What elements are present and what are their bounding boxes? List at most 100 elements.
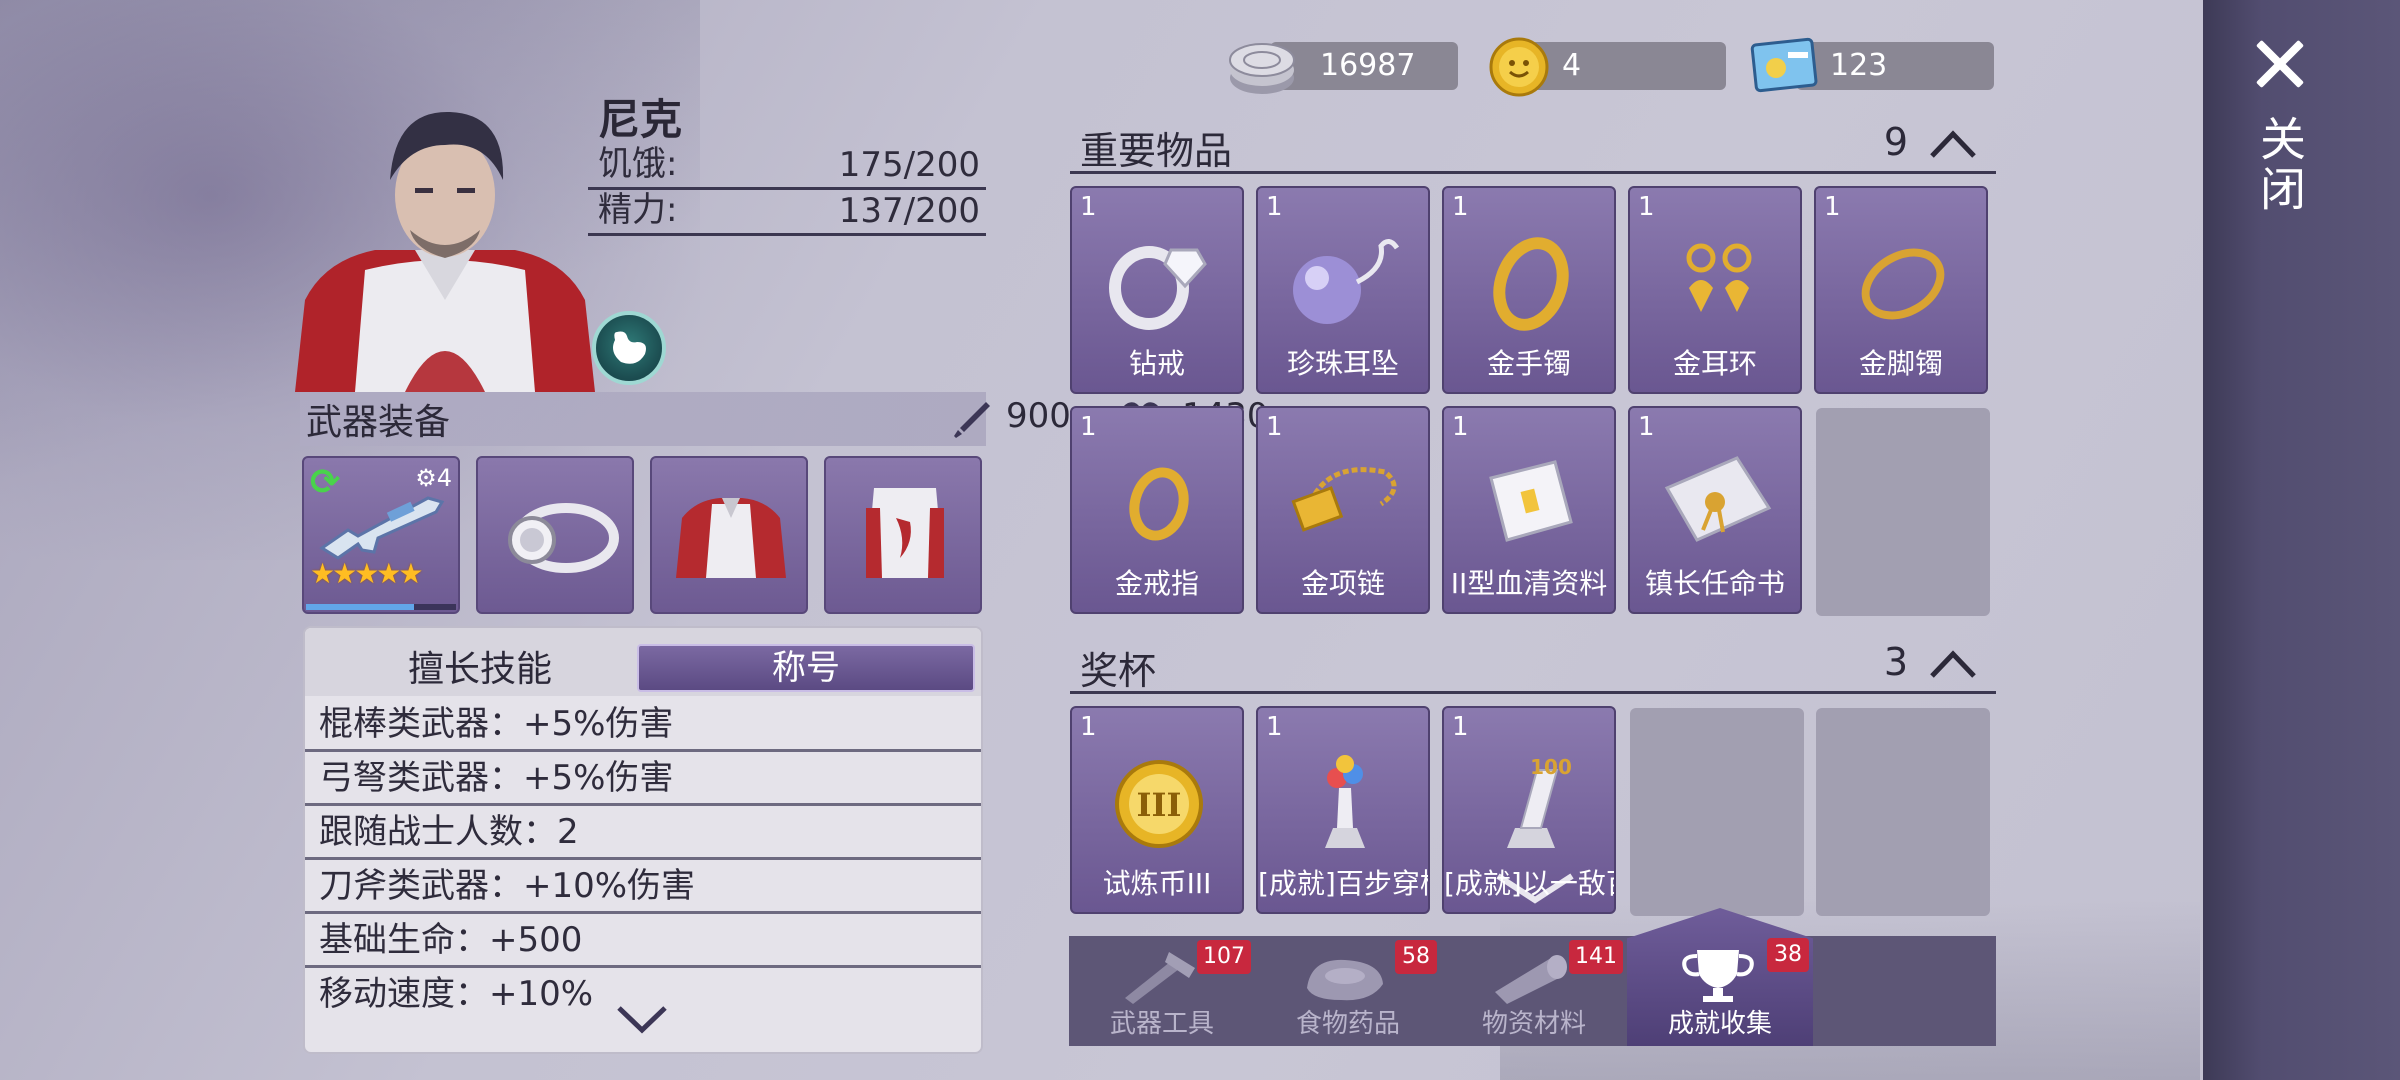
tab-label: 武器工具 [1109, 1009, 1214, 1039]
gold-ring-icon [1129, 467, 1189, 541]
tools-icon [1125, 952, 1195, 1004]
item-quantity: 1 [1080, 712, 1097, 742]
trophies-header[interactable]: 奖杯 3 [1070, 636, 1996, 694]
weapon-stars: ★★★★★ [310, 557, 424, 590]
item-name: 金戒指 [1114, 567, 1199, 600]
attack-value: 900 [1006, 396, 1071, 436]
skills-panel: 擅长技能 称号 棍棒类武器：+5%伤害 弓弩类武器：+5%伤害 跟随战士人数：2… [303, 626, 983, 1054]
empty-item-slot [1816, 408, 1990, 616]
hundred-trophy-icon: 100 [1507, 755, 1572, 848]
ticket-currency: 123 [1796, 42, 1994, 90]
item-card[interactable]: 1 金项链 [1256, 406, 1430, 614]
gold-currency: 4 [1530, 42, 1726, 90]
pearl-earring-icon [1293, 239, 1400, 324]
energy-value: 137/200 [838, 191, 980, 231]
gold-bracelet-icon [1493, 237, 1569, 331]
item-name: 金项链 [1300, 567, 1385, 600]
svg-text:III: III [1137, 786, 1182, 824]
ticket-icon [1750, 37, 1818, 93]
food-icon [1307, 959, 1383, 1001]
tab-badge: 141 [1569, 940, 1623, 974]
item-card[interactable]: 1 镇长任命书 [1628, 406, 1802, 614]
equip-slot-body[interactable] [650, 456, 808, 614]
item-card[interactable]: 1 金脚镯 [1814, 186, 1988, 394]
tab-skills[interactable]: 擅长技能 [345, 640, 615, 692]
item-card[interactable]: 1 钻戒 [1070, 186, 1244, 394]
trial-coin-icon: III [1115, 760, 1203, 848]
stomach-status-icon[interactable] [592, 311, 666, 385]
skills-tab-row: 擅长技能 称号 [305, 628, 981, 696]
balloon-trophy-icon [1325, 755, 1365, 848]
item-quantity: 1 [1638, 412, 1655, 442]
energy-label: 精力: [598, 190, 678, 230]
item-quantity: 1 [1452, 712, 1469, 742]
item-quantity: 1 [1266, 412, 1283, 442]
close-icon[interactable] [2248, 32, 2312, 96]
skill-item: 移动速度：+10% [319, 974, 594, 1008]
item-name: 镇长任命书 [1644, 567, 1785, 600]
equip-slot-head[interactable] [476, 456, 634, 614]
coat-icon [676, 498, 786, 578]
wood-icon [1495, 955, 1567, 1004]
close-button-label[interactable]: 关闭 [2250, 110, 2310, 220]
item-card[interactable]: 1 金戒指 [1070, 406, 1244, 614]
gold-amount: 4 [1562, 48, 1582, 83]
item-quantity: 1 [1080, 192, 1097, 222]
chevron-down-icon[interactable] [615, 1004, 669, 1034]
gold-necklace-icon [1291, 467, 1397, 532]
diamond-ring-icon [1109, 246, 1207, 330]
item-quantity: 1 [1452, 412, 1469, 442]
skill-item: 跟随战士人数：2 [305, 806, 981, 860]
equip-slot-legs[interactable] [824, 456, 982, 614]
tab-food-medicine[interactable]: 58 食物药品 [1255, 936, 1441, 1046]
item-quantity: 1 [1266, 712, 1283, 742]
equipment-title: 武器装备 [306, 402, 451, 443]
sword-icon [954, 402, 990, 438]
chevron-up-icon[interactable] [1928, 126, 1978, 162]
tab-badge: 58 [1395, 940, 1437, 974]
silver-amount: 16987 [1320, 48, 1416, 83]
item-name: II型血清资料 [1450, 567, 1608, 600]
hunger-label: 饥饿: [598, 144, 678, 184]
skill-list[interactable]: 棍棒类武器：+5%伤害 弓弩类武器：+5%伤害 跟随战士人数：2 刀斧类武器：+… [305, 698, 981, 1008]
trophies-count: 3 [1883, 640, 1908, 684]
skill-item: 棍棒类武器：+5%伤害 [305, 698, 981, 752]
trophy-icon [1682, 950, 1754, 1002]
energy-row: 精力: 137/200 [588, 190, 986, 236]
item-card[interactable]: 1 金手镯 [1442, 186, 1616, 394]
important-items-title: 重要物品 [1080, 129, 1233, 173]
weapon-progress-bar [306, 604, 456, 610]
item-card[interactable]: 1 珍珠耳坠 [1256, 186, 1430, 394]
item-quantity: 1 [1266, 192, 1283, 222]
important-items-count: 9 [1883, 120, 1908, 164]
item-card[interactable]: 1 III 试炼币III [1070, 706, 1244, 914]
hunger-value: 175/200 [838, 145, 980, 185]
scroll-down-icon[interactable] [1490, 870, 1580, 906]
robe-icon [866, 488, 944, 578]
appointment-letter-icon [1664, 456, 1772, 542]
item-quantity: 1 [1824, 192, 1841, 222]
equip-slot-weapon[interactable]: ⟳ ⚙4 ★★★★★ [302, 456, 460, 614]
tab-materials[interactable]: 141 物资材料 [1441, 936, 1627, 1046]
category-tab-bar: 107 武器工具 58 食物药品 141 物资材料 38 成就收集 [1069, 908, 1996, 1046]
important-items-header[interactable]: 重要物品 9 [1070, 116, 1996, 174]
tab-label: 物资材料 [1481, 1009, 1586, 1039]
rifle-icon [319, 496, 445, 560]
tab-weapons-tools[interactable]: 107 武器工具 [1069, 936, 1255, 1046]
item-card[interactable]: 1 金耳环 [1628, 186, 1802, 394]
item-card[interactable]: 1 II型血清资料 [1442, 406, 1616, 614]
item-card[interactable]: 1 [成就]百步穿杨 [1256, 706, 1430, 914]
item-quantity: 1 [1452, 192, 1469, 222]
tab-title[interactable]: 称号 [637, 644, 975, 692]
chevron-up-icon[interactable] [1928, 646, 1978, 682]
item-quantity: 1 [1638, 192, 1655, 222]
tab-badge: 38 [1767, 938, 1809, 972]
item-name: 金耳环 [1672, 347, 1757, 380]
equipment-header: 武器装备 900 1430 [300, 392, 1269, 446]
ticket-amount: 123 [1830, 48, 1888, 83]
item-name: 珍珠耳坠 [1286, 347, 1399, 380]
headlamp-icon [508, 503, 619, 573]
svg-text:100: 100 [1530, 755, 1572, 779]
item-name: [成就]百步穿杨 [1258, 867, 1428, 900]
item-name: 金手镯 [1486, 347, 1571, 380]
